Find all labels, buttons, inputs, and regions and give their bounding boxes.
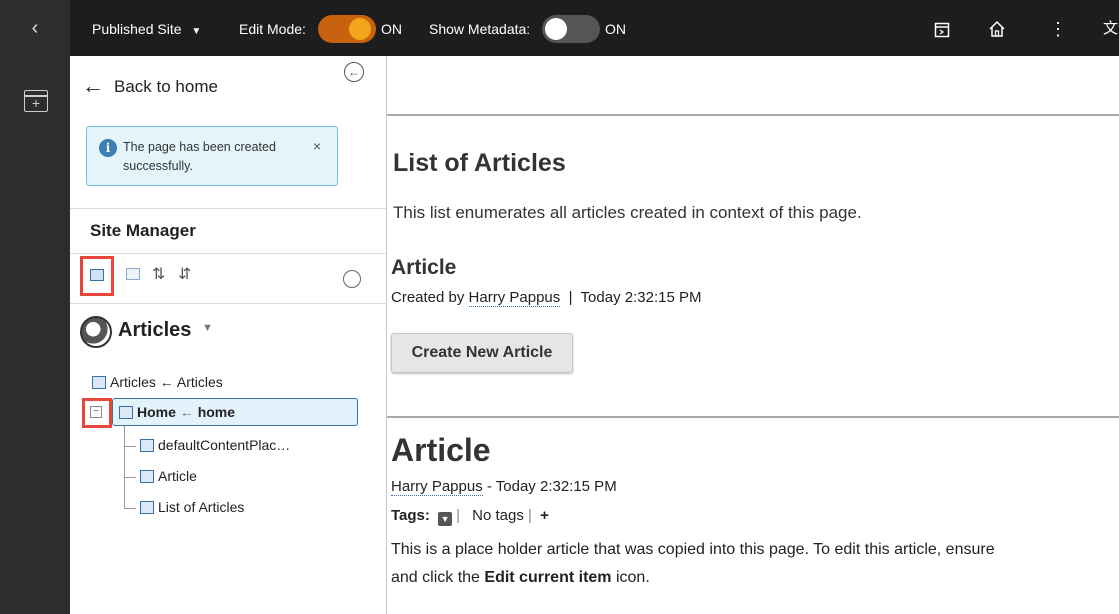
tree-node-child[interactable]: defaultContentPlac… <box>140 437 290 453</box>
site-area-globe-icon <box>80 316 112 348</box>
minus-icon: − <box>90 406 102 418</box>
edit-current-item-text: Edit current item <box>484 569 612 586</box>
tags-separator: | <box>456 507 460 524</box>
tree-node-home-label: Home ← home <box>119 404 235 420</box>
tags-dropdown-icon[interactable]: ▼ <box>438 512 453 526</box>
article-body: This is a place holder article that was … <box>391 536 1119 592</box>
site-manager-panel: ← Back to home ← i The page has been crea… <box>70 56 387 614</box>
list-item-title[interactable]: Article <box>391 256 456 280</box>
tree-node-label: defaultContentPlac… <box>158 437 291 453</box>
back-to-home-link[interactable]: ← Back to home <box>82 72 218 98</box>
info-icon: i <box>99 139 117 157</box>
divider <box>70 253 386 254</box>
add-glyph: + <box>31 95 41 111</box>
article-body-line: and click the Edit current item icon. <box>391 564 1119 592</box>
home-name: Home <box>137 404 176 420</box>
page-icon <box>119 406 133 419</box>
edit-mode-toggle[interactable] <box>318 15 376 43</box>
list-title: List of Articles <box>393 149 566 177</box>
back-chevron-icon[interactable]: ‹ <box>0 0 70 56</box>
divider <box>70 303 386 304</box>
tags-separator: | <box>528 507 532 524</box>
tree-line <box>124 446 136 447</box>
tree-collapse-toggle[interactable]: − <box>82 398 112 428</box>
tree-node-label: Articles ← Articles <box>110 374 223 390</box>
article-title: Article <box>391 432 491 468</box>
page-icon <box>90 269 104 281</box>
content-icon <box>140 501 154 514</box>
toggle-knob <box>545 18 567 40</box>
tags-label: Tags: <box>391 507 430 524</box>
tree-line <box>124 508 136 509</box>
author-link[interactable]: Harry Pappus <box>391 478 483 496</box>
arrow-left-icon: ← <box>82 73 104 98</box>
top-toolbar: Published Site ▼ Edit Mode: ON Show Meta… <box>70 0 1119 56</box>
tree-node-label: Article <box>158 468 197 484</box>
page-properties-tool-button[interactable] <box>80 256 114 296</box>
section-divider <box>387 416 1119 418</box>
create-new-article-button[interactable]: Create New Article <box>391 333 573 373</box>
tree-node-child[interactable]: List of Articles <box>140 499 244 515</box>
author-link[interactable]: Harry Pappus <box>468 289 561 307</box>
move-down-icon[interactable]: ⇵ <box>178 264 191 284</box>
tree-node-child[interactable]: Article <box>140 468 197 484</box>
close-icon[interactable]: × <box>313 138 321 154</box>
add-page-icon[interactable]: + <box>24 90 48 112</box>
meta-date: | Today 2:32:15 PM <box>560 289 702 306</box>
tree-node-articles-root[interactable]: Articles ← Articles <box>92 374 223 390</box>
list-item-meta: Created by Harry Pappus | Today 2:32:15 … <box>391 289 702 307</box>
move-up-icon[interactable]: ⇅ <box>152 264 165 284</box>
edit-mode-state: ON <box>381 21 402 37</box>
page-content: List of Articles This list enumerates al… <box>387 56 1119 614</box>
tags-value: No tags <box>467 507 529 524</box>
edit-mode-label: Edit Mode: <box>239 21 306 37</box>
divider <box>70 208 386 209</box>
collapse-panel-icon[interactable]: ← <box>344 62 364 82</box>
new-page-icon[interactable] <box>126 268 140 280</box>
site-selector[interactable]: Published Site ▼ <box>92 0 201 61</box>
back-to-home-label: Back to home <box>114 77 218 96</box>
show-metadata-label: Show Metadata: <box>429 21 531 37</box>
folder-page-icon <box>92 376 106 389</box>
add-tag-icon[interactable]: + <box>540 507 549 524</box>
show-metadata-toggle[interactable] <box>542 15 600 43</box>
home-alias: home <box>197 404 236 420</box>
show-metadata-state: ON <box>605 21 626 37</box>
tree-line <box>124 477 136 478</box>
tree-node-label: List of Articles <box>158 499 245 515</box>
site-manager-title: Site Manager <box>90 221 196 240</box>
tags-row: Tags: ▼ | No tags | + <box>391 507 549 526</box>
content-icon <box>140 439 154 452</box>
success-notification: i The page has been created successfully… <box>86 126 338 186</box>
tree-line <box>124 426 125 508</box>
meta-prefix: Created by <box>391 289 469 306</box>
site-area-selector[interactable]: Articles <box>118 319 191 342</box>
alias-arrow: ← <box>175 404 198 420</box>
site-selector-label: Published Site <box>92 21 182 37</box>
toggle-knob <box>349 18 371 40</box>
home-icon[interactable] <box>984 0 1010 58</box>
chevron-down-icon[interactable]: ▼ <box>202 322 213 334</box>
language-icon[interactable]: 文 <box>1102 0 1119 58</box>
drawer-icon[interactable] <box>930 0 954 58</box>
tree-node-home-selected[interactable]: Home ← home <box>112 398 358 426</box>
more-icon[interactable]: ⋮ <box>1048 0 1068 58</box>
list-description: This list enumerates all articles create… <box>393 203 862 222</box>
globe-settings-icon[interactable] <box>343 270 361 288</box>
content-icon <box>140 470 154 483</box>
article-date: - Today 2:32:15 PM <box>482 478 617 495</box>
article-body-line: This is a place holder article that was … <box>391 541 995 558</box>
section-divider <box>387 114 1119 116</box>
body-text: icon. <box>611 569 650 586</box>
notification-text: The page has been created successfully. <box>123 140 276 173</box>
chevron-down-icon: ▼ <box>191 26 202 37</box>
body-text: and click the <box>391 569 485 586</box>
article-meta: Harry Pappus - Today 2:32:15 PM <box>391 478 617 496</box>
